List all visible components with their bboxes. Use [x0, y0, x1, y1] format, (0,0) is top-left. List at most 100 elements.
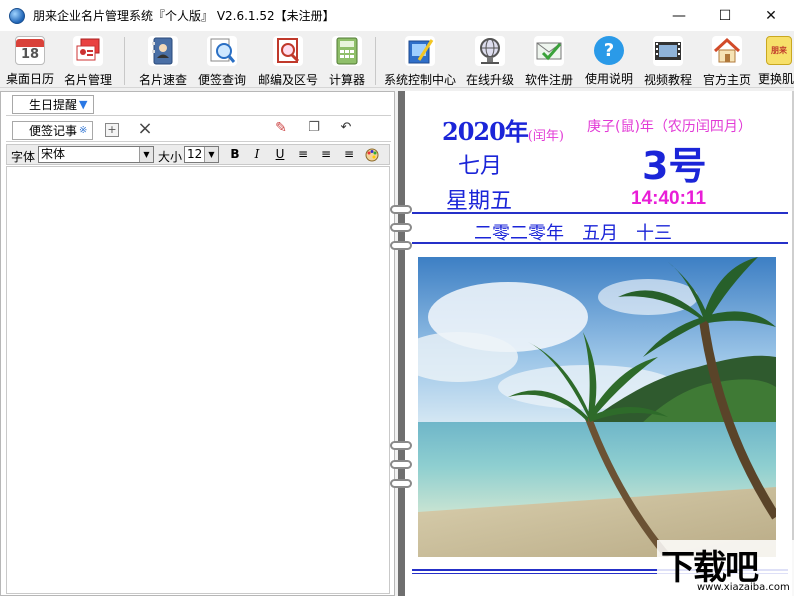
app-window: 朋来企业名片管理系统『个人版』 V2.6.1.52【未注册】 — ☐ ✕ 18 …: [0, 0, 794, 596]
toolbar-label: 桌面日历: [5, 72, 54, 86]
italic-button[interactable]: I: [248, 146, 266, 163]
window-title: 朋来企业名片管理系统『个人版』 V2.6.1.52【未注册】: [33, 9, 335, 23]
left-panel: 生日提醒 ▼ 便签记事 ※ + × ✎ ❐ ↶ 字体 宋体 ▼ 大小 12 ▼ …: [0, 91, 395, 596]
register-icon: [534, 36, 564, 66]
toolbar-label: 视频教程: [643, 73, 692, 87]
toolbar-change-skin-button[interactable]: 朋来 更换肌: [758, 33, 794, 87]
tab-label: 生日提醒: [29, 98, 78, 112]
toolbar-online-upgrade-button[interactable]: 在线升级: [462, 33, 518, 87]
memo-text-area[interactable]: [6, 166, 390, 594]
tab-birthday-reminder[interactable]: 生日提醒 ▼: [12, 95, 94, 114]
main-toolbar: 18 桌面日历 名片管理 名片速查 便签查询 邮编及区号 计算器 系统控制中心 …: [0, 31, 794, 88]
calendar-day: 3号: [642, 144, 707, 188]
clock-time: 14:40:11: [631, 188, 707, 209]
binder-ring-icon: [390, 441, 412, 450]
align-left-icon[interactable]: ≡: [294, 146, 312, 163]
address-book-icon: [148, 36, 178, 66]
edit-memo-icon[interactable]: ✎: [272, 120, 290, 138]
toolbar-separator: [375, 37, 376, 85]
beach-photo: [418, 257, 776, 557]
chevron-down-icon: ▼: [204, 147, 218, 162]
size-select-value: 12: [187, 147, 203, 161]
delete-memo-icon[interactable]: ×: [136, 120, 154, 138]
tab-label: 便签记事: [29, 124, 78, 138]
watermark-url: www.xiazaiba.com: [697, 582, 790, 593]
toolbar-desktop-calendar-button[interactable]: 18 桌面日历: [3, 33, 57, 87]
year-value: 2020年: [442, 117, 529, 146]
binder-ring-icon: [390, 479, 412, 488]
size-label: 大小: [158, 150, 183, 164]
app-logo-icon: [9, 7, 25, 24]
binder-ring-icon: [390, 205, 412, 214]
align-right-icon[interactable]: ≡: [340, 146, 358, 163]
binder-ring-icon: [390, 241, 412, 250]
divider: [412, 212, 788, 214]
close-button[interactable]: ✕: [748, 0, 794, 31]
add-memo-icon[interactable]: +: [105, 123, 119, 137]
calendar-weekday: 星期五: [446, 189, 513, 214]
color-palette-icon[interactable]: [363, 146, 381, 163]
toolbar-label: 使用说明: [584, 72, 633, 86]
memo-mark: ※: [79, 125, 88, 136]
online-upgrade-icon: [475, 36, 505, 66]
copy-memo-icon[interactable]: ❐: [305, 120, 323, 138]
align-center-icon[interactable]: ≡: [317, 146, 335, 163]
video-icon: [653, 36, 683, 66]
toolbar-register-button[interactable]: 软件注册: [521, 33, 577, 87]
toolbar-label: 在线升级: [465, 73, 514, 87]
calendar-month: 七月: [458, 154, 503, 179]
toolbar-label: 计算器: [328, 73, 365, 87]
business-card-icon: [73, 36, 103, 66]
watermark-logo: 下载吧 www.xiazaiba.com: [657, 540, 794, 596]
leap-year-note: (闰年): [527, 129, 564, 144]
tab-memo[interactable]: 便签记事 ※: [12, 121, 93, 140]
font-select-value: 宋体: [41, 147, 66, 161]
format-toolbar: 字体 宋体 ▼ 大小 12 ▼ B I U ≡ ≡ ≡: [6, 144, 390, 165]
toolbar-zipcode-button[interactable]: 邮编及区号: [254, 33, 322, 87]
font-label: 字体: [11, 150, 36, 164]
font-select[interactable]: 宋体 ▼: [38, 146, 154, 163]
toolbar-label: 名片速查: [138, 73, 187, 87]
calendar-icon-date: 18: [20, 47, 40, 62]
toolbar-separator: [124, 37, 125, 85]
toolbar-card-lookup-button[interactable]: 名片速查: [136, 33, 190, 87]
toolbar-homepage-button[interactable]: 官方主页: [699, 33, 755, 87]
toolbar-label: 软件注册: [524, 73, 573, 87]
divider: [6, 115, 391, 116]
chevron-down-icon: ▼: [139, 147, 153, 162]
binder-spine: [398, 91, 405, 596]
maximize-button[interactable]: ☐: [702, 0, 748, 31]
help-icon: ?: [594, 36, 624, 65]
calendar-year: 2020年(闰年): [442, 112, 564, 147]
dropdown-arrow-icon: ▼: [79, 98, 88, 111]
undo-icon[interactable]: ↶: [337, 120, 355, 138]
ganzhi-year: 庚子(鼠)年（农历闰四月）: [587, 119, 752, 135]
toolbar-control-center-button[interactable]: 系统控制中心: [380, 33, 460, 87]
underline-button[interactable]: U: [271, 146, 289, 163]
toolbar-card-manage-button[interactable]: 名片管理: [61, 33, 115, 87]
binder-ring-icon: [390, 223, 412, 232]
minimize-button[interactable]: —: [656, 0, 702, 31]
calendar-panel: 2020年(闰年) 庚子(鼠)年（农历闰四月） 七月 3号 星期五 14:40:…: [390, 91, 794, 596]
toolbar-label: 邮编及区号: [257, 73, 318, 87]
bold-button[interactable]: B: [226, 146, 244, 163]
toolbar-help-button[interactable]: ? 使用说明: [581, 33, 637, 87]
toolbar-calculator-button[interactable]: 计算器: [322, 33, 372, 87]
toolbar-video-button[interactable]: 视频教程: [640, 33, 696, 87]
calculator-icon: [332, 36, 362, 66]
toolbar-label: 更换肌: [758, 72, 794, 86]
toolbar-label: 名片管理: [63, 73, 112, 87]
divider: [412, 242, 788, 244]
skin-icon: 朋来: [766, 36, 792, 65]
binder-ring-icon: [390, 460, 412, 469]
size-select[interactable]: 12 ▼: [184, 146, 219, 163]
home-icon: [712, 36, 742, 66]
toolbar-label: 便签查询: [197, 73, 246, 87]
toolbar-label: 系统控制中心: [383, 73, 456, 87]
zip-code-icon: [273, 36, 303, 66]
calendar-icon: 18: [15, 36, 45, 65]
toolbar-note-search-button[interactable]: 便签查询: [195, 33, 249, 87]
search-note-icon: [207, 36, 237, 66]
control-center-icon: [405, 36, 435, 66]
title-bar: 朋来企业名片管理系统『个人版』 V2.6.1.52【未注册】 — ☐ ✕: [0, 0, 794, 31]
